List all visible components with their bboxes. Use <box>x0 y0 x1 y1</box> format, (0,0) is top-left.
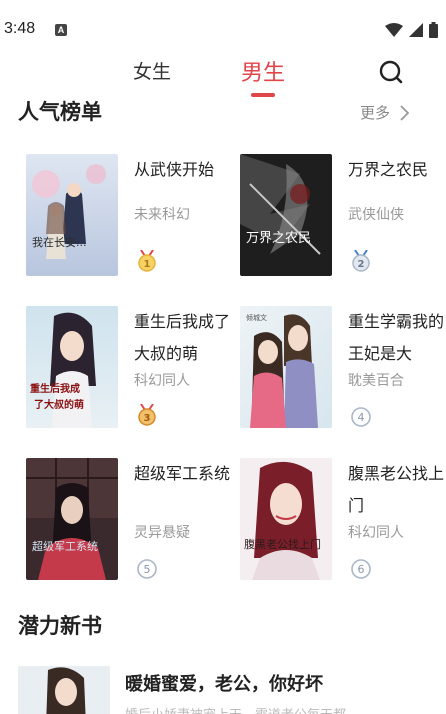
status-time: 3:48 <box>4 20 36 37</box>
book-cover[interactable]: 我在长安... <box>26 154 118 276</box>
gender-tabs: 女生 男生 <box>0 55 446 100</box>
svg-text:1: 1 <box>144 259 151 270</box>
ranking-book-4[interactable]: 倾城文 重生学霸我的王妃是大 耽美百合 4 <box>240 306 446 436</box>
book-title: 重生学霸我的王妃是大 <box>348 312 445 363</box>
more-label: 更多 <box>360 104 391 122</box>
featured-book-description: 婚后小娇妻被宠上天，霸道老公每天都... <box>125 704 358 714</box>
status-bar: 3:48 A <box>0 0 446 60</box>
tab-male[interactable]: 男生 <box>241 55 285 87</box>
book-cover[interactable]: 倾城文 <box>240 306 332 428</box>
status-icons <box>385 22 438 38</box>
bronze-medal-icon: 3 <box>138 404 156 426</box>
book-cover[interactable]: 腹黑老公找上门 <box>240 458 332 580</box>
cover-title: 超级军工系统 <box>32 539 98 553</box>
svg-text:3: 3 <box>144 413 151 424</box>
book-genre: 耽美百合 <box>348 373 404 389</box>
book-title: 万界之农民 <box>348 160 429 179</box>
cover-title: 了大叔的萌 <box>34 398 84 411</box>
book-title: 腹黑老公找上门 <box>348 464 445 515</box>
svg-text:2: 2 <box>358 259 365 270</box>
book-title: 从武侠开始 <box>134 160 215 179</box>
cover-mark: 倾城文 <box>246 313 267 322</box>
cover-title: 重生后我成 <box>30 382 80 395</box>
ranking-section-title: 人气榜单 <box>18 100 102 124</box>
book-cover[interactable]: 超级军工系统 <box>26 458 118 580</box>
tab-female[interactable]: 女生 <box>133 57 171 84</box>
book-cover[interactable]: 重生后我成 了大叔的萌 <box>26 306 118 428</box>
notification-icon: A <box>55 24 67 36</box>
rank-4-icon: 4 <box>351 407 371 427</box>
svg-text:6: 6 <box>358 563 365 576</box>
book-title: 超级军工系统 <box>134 464 231 483</box>
cover-title: 我在长安... <box>32 235 87 249</box>
book-genre: 科幻同人 <box>348 525 404 541</box>
battery-icon <box>429 22 438 38</box>
ranking-book-2[interactable]: 万界之农民 万界之农民 武侠仙侠 2 <box>240 154 446 284</box>
ranking-book-6[interactable]: 腹黑老公找上门 腹黑老公找上门 科幻同人 6 <box>240 458 446 588</box>
wifi-icon <box>385 23 403 37</box>
featured-book-title[interactable]: 暖婚蜜爱，老公，你好坏 <box>125 670 323 696</box>
gold-medal-icon: 1 <box>138 250 156 272</box>
tab-indicator <box>251 93 275 97</box>
silver-medal-icon: 2 <box>352 250 370 272</box>
rank-5-icon: 5 <box>137 559 157 579</box>
svg-text:5: 5 <box>144 563 151 576</box>
book-title: 重生后我成了大叔的萌 <box>134 312 231 363</box>
more-button[interactable]: 更多 <box>360 102 410 123</box>
book-cover[interactable]: 万界之农民 <box>240 154 332 276</box>
book-genre: 科幻同人 <box>134 373 190 389</box>
cover-title: 腹黑老公找上门 <box>244 537 321 551</box>
search-icon[interactable] <box>378 59 404 85</box>
ranking-book-5[interactable]: 超级军工系统 超级军工系统 灵异悬疑 5 <box>26 458 236 588</box>
book-genre: 武侠仙侠 <box>348 207 404 223</box>
book-genre: 灵异悬疑 <box>134 525 190 541</box>
cover-title: 万界之农民 <box>246 231 311 246</box>
ranking-book-1[interactable]: 我在长安... 从武侠开始 未来科幻 1 <box>26 154 236 284</box>
book-genre: 未来科幻 <box>134 207 190 223</box>
ranking-book-3[interactable]: 重生后我成 了大叔的萌 重生后我成了大叔的萌 科幻同人 3 <box>26 306 236 436</box>
signal-icon <box>409 23 423 37</box>
potential-section-title: 潜力新书 <box>18 614 102 638</box>
featured-book-cover[interactable] <box>18 666 110 714</box>
svg-text:4: 4 <box>358 411 365 424</box>
rank-6-icon: 6 <box>351 559 371 579</box>
chevron-right-icon <box>400 104 410 121</box>
